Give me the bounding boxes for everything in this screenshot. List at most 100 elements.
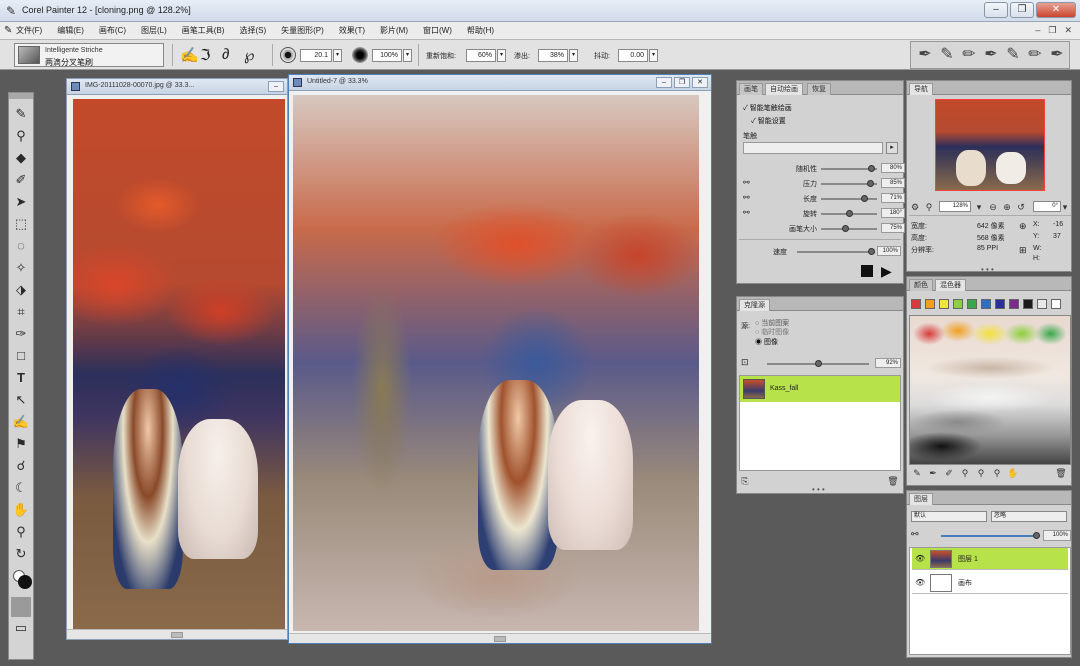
- mixer-zoom-icon[interactable]: ⚲: [991, 467, 1003, 479]
- crop-tool-icon[interactable]: ⌗: [9, 301, 33, 323]
- tab-auto-painting[interactable]: 自动绘画: [765, 83, 803, 95]
- zoom-out-icon[interactable]: ⊖: [987, 201, 999, 213]
- composite-depth-select[interactable]: 忽略: [991, 511, 1067, 522]
- mixer-swatch[interactable]: [995, 299, 1005, 309]
- resaturation-field[interactable]: 60%: [466, 49, 496, 62]
- menu-edit[interactable]: 编辑(E): [57, 25, 84, 36]
- mixer-pan-icon[interactable]: ✋: [1007, 467, 1019, 479]
- panel-grip[interactable]: • • •: [981, 265, 994, 274]
- mirror-tool-icon[interactable]: ☾: [9, 477, 33, 499]
- speed-value[interactable]: 100%: [877, 246, 901, 256]
- mixer-pad[interactable]: [909, 315, 1071, 465]
- clone-source-item[interactable]: Kass_fall: [740, 376, 900, 402]
- delete-source-icon[interactable]: 🗑: [887, 475, 899, 487]
- document-menu-icon[interactable]: ✎: [4, 25, 12, 36]
- navigator-toggle-icon[interactable]: ⚙: [909, 201, 921, 213]
- layer-opacity-slider-knob[interactable]: [1033, 532, 1040, 539]
- slider-track[interactable]: [821, 198, 877, 200]
- lasso-tool-icon[interactable]: ◌: [9, 235, 33, 257]
- doc-close-icon[interactable]: ✕: [1064, 25, 1072, 36]
- visibility-eye-icon[interactable]: 👁: [915, 554, 925, 563]
- menu-effects[interactable]: 效果(T): [339, 25, 365, 36]
- mixer-swatch[interactable]: [1023, 299, 1033, 309]
- magnifier-tool-icon[interactable]: ⚲: [9, 521, 33, 543]
- randomness-value[interactable]: 80%: [881, 163, 905, 173]
- navigator-preview[interactable]: [935, 99, 1045, 191]
- dodge-tool-icon[interactable]: ☌: [9, 455, 33, 477]
- rotation-field[interactable]: 0°: [1033, 201, 1061, 212]
- composite-method-select[interactable]: 默认: [911, 511, 987, 522]
- mixer-swatch[interactable]: [967, 299, 977, 309]
- tab-clone-source[interactable]: 克隆源: [739, 299, 770, 311]
- mixer-swatch[interactable]: [939, 299, 949, 309]
- color-selector[interactable]: [9, 565, 33, 595]
- link-icon[interactable]: ⚯: [743, 178, 750, 187]
- menu-canvas[interactable]: 画布(C): [99, 25, 126, 36]
- zoom-field[interactable]: 128%: [939, 201, 971, 212]
- stroke-line-icon[interactable]: ℘: [244, 46, 254, 64]
- close-button[interactable]: ✕: [1036, 2, 1076, 18]
- doc-minimize-button[interactable]: –: [656, 77, 672, 88]
- slider-knob[interactable]: [861, 195, 868, 202]
- play-button[interactable]: ▶: [881, 264, 892, 278]
- scrollbar-thumb[interactable]: [494, 636, 506, 642]
- brush-size-slider[interactable]: 画笔大小 75%: [743, 223, 905, 235]
- visibility-eye-icon[interactable]: 👁: [915, 578, 925, 587]
- speed-slider-knob[interactable]: [868, 248, 875, 255]
- dropper-tool-icon[interactable]: ⚲: [9, 125, 33, 147]
- tray-brush-icon[interactable]: ✎: [1005, 44, 1021, 68]
- pressure-value[interactable]: 85%: [881, 178, 905, 188]
- mixer-swatch[interactable]: [981, 299, 991, 309]
- tray-brush-icon[interactable]: ✏: [1027, 44, 1043, 68]
- brush-size-value[interactable]: 75%: [881, 223, 905, 233]
- layer-adjuster-tool-icon[interactable]: ➤: [9, 191, 33, 213]
- rubber-stamp-tool-icon[interactable]: ⚑: [9, 433, 33, 455]
- tab-navigator[interactable]: 导航: [909, 83, 933, 95]
- mixer-swatch[interactable]: [1051, 299, 1061, 309]
- menu-file[interactable]: 文件(F): [16, 25, 42, 36]
- menu-shapes[interactable]: 矢量图形(P): [281, 25, 324, 36]
- stroke-select[interactable]: [743, 142, 883, 154]
- main-color-swatch[interactable]: [18, 575, 32, 589]
- doc-minimize-icon[interactable]: –: [1035, 25, 1040, 36]
- paint-bucket-tool-icon[interactable]: ◆: [9, 147, 33, 169]
- slider-knob[interactable]: [846, 210, 853, 217]
- zoom-in-icon[interactable]: ⊕: [1001, 201, 1013, 213]
- eraser-tool-icon[interactable]: ✐: [9, 169, 33, 191]
- mixer-swatch[interactable]: [911, 299, 921, 309]
- text-tool-icon[interactable]: T: [9, 367, 33, 389]
- slider-knob[interactable]: [868, 165, 875, 172]
- apply-color-icon[interactable]: ✒: [927, 467, 939, 479]
- link-icon[interactable]: ⚯: [743, 193, 750, 202]
- menu-select[interactable]: 选择(S): [239, 25, 266, 36]
- doc-close-button[interactable]: ✕: [692, 77, 708, 88]
- doc-maximize-button[interactable]: ❐: [674, 77, 690, 88]
- slider-track[interactable]: [821, 228, 877, 230]
- doc-minimize-button[interactable]: –: [268, 81, 284, 92]
- layer-opacity-value[interactable]: 100%: [1043, 530, 1071, 541]
- link-icon[interactable]: ⚯: [743, 208, 750, 217]
- length-value[interactable]: 71%: [881, 193, 905, 203]
- menu-brushes[interactable]: 画笔工具(B): [182, 25, 225, 36]
- tray-brush-icon[interactable]: ✒: [1049, 44, 1065, 68]
- opacity-field[interactable]: 100%: [372, 49, 402, 62]
- menu-window[interactable]: 窗口(W): [423, 25, 452, 36]
- rect-select-tool-icon[interactable]: ⬚: [9, 213, 33, 235]
- tab-restoration[interactable]: 恢复: [807, 83, 831, 95]
- rectangle-tool-icon[interactable]: □: [9, 345, 33, 367]
- painting-canvas[interactable]: [293, 95, 699, 631]
- pen-tool-icon[interactable]: ✑: [9, 323, 33, 345]
- zoom-icon[interactable]: ⚲: [923, 201, 935, 213]
- clear-mixer-icon[interactable]: 🗑: [1055, 467, 1067, 479]
- minimize-button[interactable]: –: [984, 2, 1008, 18]
- paper-selector-icon[interactable]: [11, 597, 31, 617]
- opacity-dropdown[interactable]: ▾: [403, 49, 412, 62]
- grabber-tool-icon[interactable]: ✋: [9, 499, 33, 521]
- brush-tool-icon[interactable]: ✎: [9, 103, 33, 125]
- tab-brush[interactable]: 画笔: [739, 83, 763, 95]
- tray-brush-icon[interactable]: ✎: [939, 44, 955, 68]
- sample-multiple-icon[interactable]: ⚲: [975, 467, 987, 479]
- layer-row[interactable]: 👁 图层 1: [912, 548, 1068, 570]
- dab-brush-icon[interactable]: ✍: [180, 46, 199, 64]
- tray-brush-icon[interactable]: ✒: [917, 44, 933, 68]
